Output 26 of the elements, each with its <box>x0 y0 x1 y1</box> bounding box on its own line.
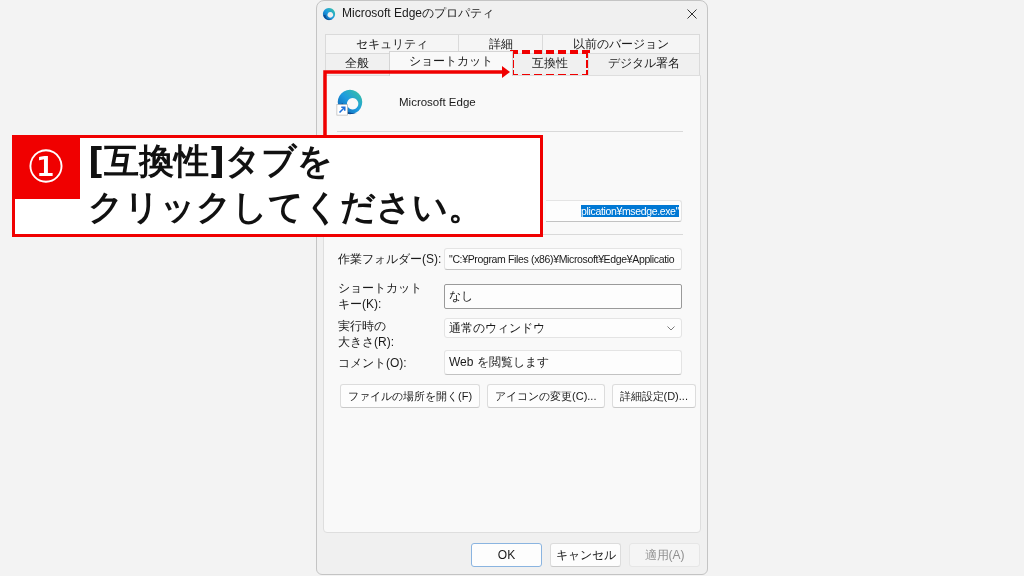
dropdown[interactable]: 通常のウィンドウ <box>444 318 682 338</box>
tab[interactable]: 以前のバージョン <box>542 34 700 53</box>
field-label: ショートカット キー(K): <box>338 280 423 312</box>
tab[interactable]: 互換性 <box>512 53 589 75</box>
hotkey-field[interactable]: なし <box>444 283 682 309</box>
field-label: 実行時の 大きさ(R): <box>338 318 395 350</box>
action-button[interactable]: アイコンの変更(C)... <box>487 384 605 408</box>
chevron-down-icon <box>667 325 675 331</box>
instruction-text: [互換性]タブを クリックしてください。 <box>88 140 483 229</box>
text-field[interactable]: "C:¥Program Files (x86)¥Microsoft¥Edge¥Applicatio <box>444 248 682 270</box>
name-field[interactable]: Microsoft Edge <box>397 91 683 113</box>
tab[interactable]: デジタル署名 <box>587 53 700 75</box>
text-field[interactable]: Web を閲覧します <box>444 350 682 375</box>
edge-logo-icon <box>322 6 336 21</box>
dialog-button[interactable]: OK <box>471 543 542 567</box>
tab[interactable]: セキュリティ <box>325 34 459 53</box>
action-button[interactable]: ファイルの場所を開く(F) <box>340 384 481 408</box>
field-label: コメント(O): <box>338 354 408 371</box>
close-icon[interactable] <box>687 8 697 19</box>
edge-logo-icon <box>336 88 364 116</box>
field-label: 作業フォルダー(S): <box>338 251 443 267</box>
step-badge: ① <box>12 135 80 199</box>
action-button[interactable]: 詳細設定(D)... <box>611 384 696 408</box>
dialog-button[interactable]: キャンセル <box>550 543 621 567</box>
text-field[interactable]: plication¥msedge.exe" <box>546 200 682 222</box>
window-title: Microsoft Edgeのプロパティ <box>342 5 495 22</box>
